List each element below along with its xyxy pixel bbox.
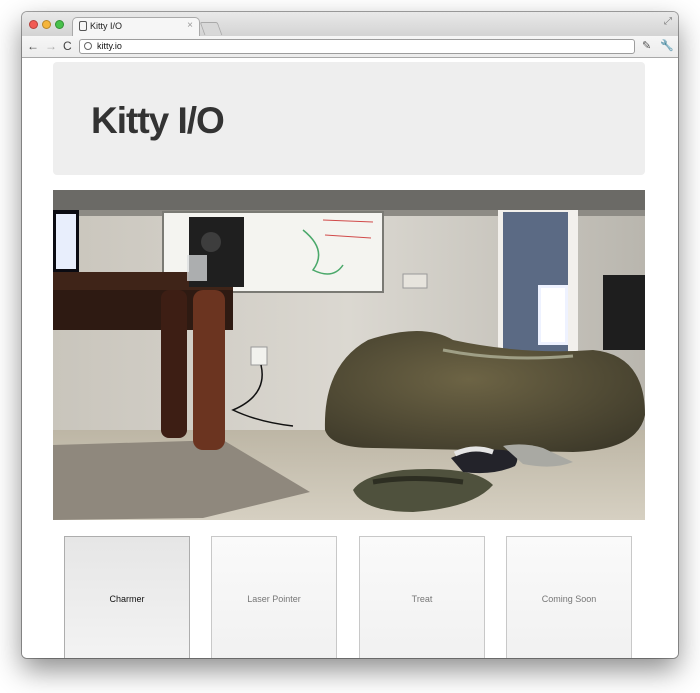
address-bar[interactable]: kitty.io (79, 39, 635, 54)
title-bar: Kitty I/O × ⤢ (22, 12, 678, 36)
browser-tab[interactable]: Kitty I/O × (72, 17, 200, 36)
treat-button[interactable]: Treat (359, 536, 485, 658)
back-icon[interactable]: ← (27, 39, 39, 53)
zoom-window-button[interactable] (55, 20, 64, 29)
close-window-button[interactable] (29, 20, 38, 29)
charmer-button[interactable]: Charmer (64, 536, 190, 658)
control-buttons: Charmer Laser Pointer Treat Coming Soon (64, 536, 634, 658)
page-title: Kitty I/O (91, 100, 225, 141)
laser-pointer-button[interactable]: Laser Pointer (211, 536, 337, 658)
pen-tool-icon[interactable]: ✎ (642, 39, 651, 52)
wrench-icon[interactable]: 🔧 (660, 39, 674, 52)
hero-banner: Kitty I/O (53, 62, 645, 175)
browser-toolbar: ← → C kitty.io ✎ 🔧 (22, 36, 678, 58)
new-tab-button[interactable] (199, 22, 223, 35)
page-favicon-icon (79, 21, 87, 31)
fullscreen-icon[interactable]: ⤢ (664, 16, 672, 27)
globe-icon (84, 42, 92, 50)
page-content: Kitty I/O Charmer Laser Pointer Treat Co… (22, 58, 678, 658)
address-bar-url[interactable]: kitty.io (97, 41, 122, 51)
reload-icon[interactable]: C (63, 39, 72, 53)
tab-title: Kitty I/O (90, 21, 123, 31)
room-scene (53, 190, 645, 520)
minimize-window-button[interactable] (42, 20, 51, 29)
browser-window: Kitty I/O × ⤢ ← → C kitty.io ✎ 🔧 Kitty I… (22, 12, 678, 658)
forward-icon[interactable]: → (45, 39, 57, 53)
webcam-feed-image (53, 190, 645, 520)
tab-close-icon[interactable]: × (187, 20, 193, 31)
coming-soon-button[interactable]: Coming Soon (506, 536, 632, 658)
